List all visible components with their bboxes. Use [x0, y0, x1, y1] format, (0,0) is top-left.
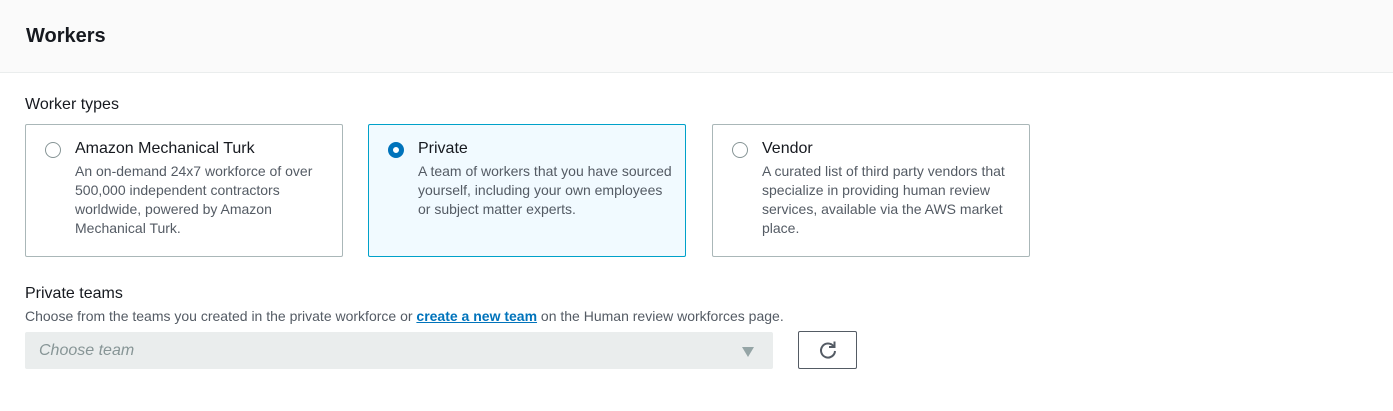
tile-description: A team of workers that you have sourced … — [418, 163, 672, 217]
tile-title: Amazon Mechanical Turk — [75, 140, 255, 157]
private-teams-label: Private teams — [25, 285, 123, 302]
radio-private[interactable] — [388, 142, 404, 158]
worker-type-vendor[interactable]: Vendor A curated list of third party ven… — [712, 124, 1030, 257]
radio-vendor[interactable] — [732, 142, 748, 158]
select-placeholder: Choose team — [39, 342, 135, 359]
description-text: Choose from the teams you created in the… — [25, 308, 417, 324]
tile-description: An on-demand 24x7 workforce of over 500,… — [75, 163, 313, 236]
refresh-button[interactable] — [798, 331, 857, 369]
worker-type-private[interactable]: Private A team of workers that you have … — [368, 124, 686, 257]
choose-team-select[interactable]: Choose team — [25, 332, 773, 369]
private-teams-description: Choose from the teams you created in the… — [25, 307, 784, 325]
tile-title: Private — [418, 140, 468, 157]
description-text-end: on the Human review workforces page. — [537, 308, 784, 324]
tile-title: Vendor — [762, 140, 813, 157]
section-header: Workers — [0, 0, 1393, 73]
create-team-link[interactable]: create a new team — [416, 308, 537, 324]
worker-type-mechanical-turk[interactable]: Amazon Mechanical Turk An on-demand 24x7… — [25, 124, 343, 257]
radio-mechanical-turk[interactable] — [45, 142, 61, 158]
caret-down-icon — [742, 347, 754, 357]
refresh-icon — [819, 341, 836, 359]
worker-types-label: Worker types — [25, 96, 119, 113]
tile-description: A curated list of third party vendors th… — [762, 163, 1005, 236]
section-title: Workers — [26, 25, 106, 47]
